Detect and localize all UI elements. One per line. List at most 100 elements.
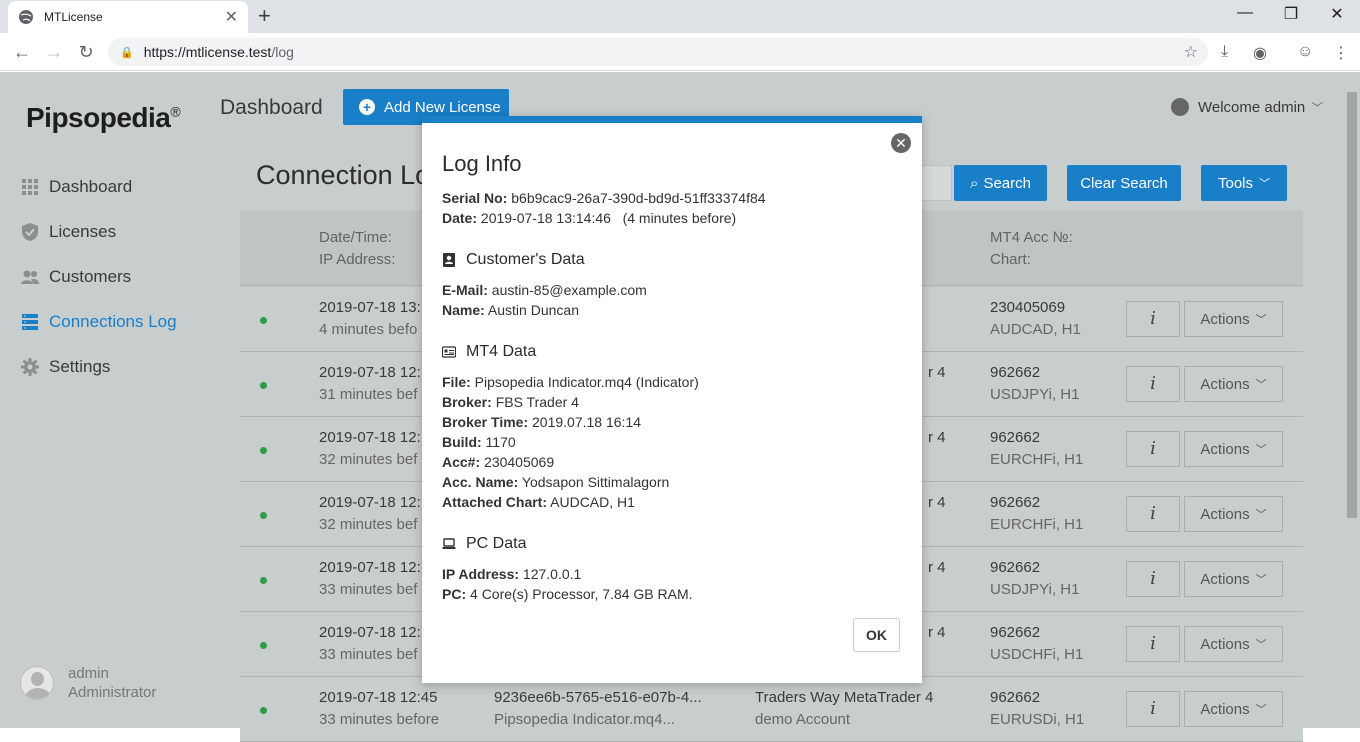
new-tab-button[interactable]: +	[258, 5, 271, 27]
reload-icon[interactable]: ↻	[74, 41, 98, 63]
actions-dropdown-button[interactable]: Actions ﹀	[1184, 366, 1283, 402]
browser-tab[interactable]: MTLicense ✕	[8, 1, 248, 33]
actions-dropdown-button[interactable]: Actions ﹀	[1184, 561, 1283, 597]
cell-date-time: 2019-07-18 12: 33 minutes bef	[319, 559, 421, 598]
chevron-down-icon: ﹀	[1255, 574, 1267, 586]
cell-broker: r 4	[928, 624, 946, 641]
sidebar-item-label: Connections Log	[49, 312, 177, 331]
header-date-time: Date/Time:	[319, 229, 392, 246]
chevron-down-icon: ﹀	[1259, 178, 1271, 190]
cell-broker: Traders Way MetaTrader 4 demo Account	[755, 689, 934, 728]
user-role: Administrator	[68, 684, 157, 701]
sidebar-item-settings[interactable]: Settings	[20, 357, 110, 377]
globe-icon	[19, 10, 33, 24]
profile-icon[interactable]: ☺	[1297, 43, 1313, 61]
close-circle-icon[interactable]: ✕	[891, 133, 911, 153]
browser-menu-icon[interactable]: ⋮	[1333, 43, 1349, 63]
cell-date-time: 2019-07-18 12:45 33 minutes before	[319, 689, 440, 728]
brand-logo: Pipsopedia®	[26, 102, 181, 133]
cell-date-time: 2019-07-18 12: 31 minutes bef	[319, 364, 421, 403]
sidebar-item-connections-log[interactable]: Connections Log	[20, 312, 177, 332]
actions-dropdown-button[interactable]: Actions ﹀	[1184, 301, 1283, 337]
customer-section-heading: Customer's Data	[442, 251, 585, 269]
topbar-title: Dashboard	[220, 96, 323, 119]
browser-toolbar: ← → ↻ 🔒 https://mtlicense.test/log ☆	[0, 33, 1360, 71]
info-button[interactable]: i	[1126, 561, 1180, 597]
chevron-down-icon: ﹀	[1255, 639, 1267, 651]
search-button[interactable]: ⌕ Search	[954, 165, 1047, 201]
download-icon[interactable]: ⤓	[1221, 43, 1228, 61]
actions-dropdown-button[interactable]: Actions ﹀	[1184, 626, 1283, 662]
contact-card-icon	[443, 253, 455, 267]
cell-acc-chart: 962662 USDJPYi, H1	[990, 364, 1080, 403]
cell-broker: r 4	[928, 559, 946, 576]
sidebar-item-label: Settings	[49, 357, 111, 376]
broker-line: Broker: FBS Trader 4	[442, 394, 579, 410]
server-icon	[22, 314, 38, 330]
clear-search-button[interactable]: Clear Search	[1067, 165, 1181, 201]
build-line: Build: 1170	[442, 434, 516, 450]
sidebar-item-licenses[interactable]: Licenses	[20, 222, 116, 242]
window-close-icon[interactable]: ✕	[1314, 4, 1360, 24]
back-icon[interactable]: ←	[10, 41, 34, 63]
chevron-down-icon: ﹀	[1255, 444, 1267, 456]
broker-time-line: Broker Time: 2019.07.18 16:14	[442, 414, 641, 430]
cell-date-time: 2019-07-18 13: 4 minutes befo	[319, 299, 421, 338]
cell-acc-chart: 962662 EURCHFi, H1	[990, 429, 1084, 468]
gear-icon	[21, 358, 39, 376]
status-online-dot	[260, 707, 267, 714]
cell-broker: r 4	[928, 494, 946, 511]
status-online-dot	[260, 642, 267, 649]
info-button[interactable]: i	[1126, 496, 1180, 532]
user-menu[interactable]: Welcome admin ﹀	[1171, 98, 1323, 116]
status-online-dot	[260, 577, 267, 584]
info-button[interactable]: i	[1126, 301, 1180, 337]
info-button[interactable]: i	[1126, 626, 1180, 662]
address-bar[interactable]: 🔒 https://mtlicense.test/log ☆	[108, 38, 1208, 66]
table-row: 2019-07-18 12:45 33 minutes before 9236ee6…	[240, 677, 1303, 742]
laptop-icon	[442, 538, 456, 549]
tools-button[interactable]: Tools ﹀	[1201, 165, 1287, 201]
minimize-icon[interactable]: —	[1222, 4, 1268, 22]
chevron-down-icon: ﹀	[1311, 100, 1324, 115]
extension-globe-icon[interactable]: ◉	[1253, 43, 1267, 63]
page-scrollbar[interactable]	[1344, 72, 1360, 728]
users-icon	[21, 270, 39, 284]
status-online-dot	[260, 382, 267, 389]
header-ip-address: IP Address:	[319, 251, 396, 268]
info-button[interactable]: i	[1126, 431, 1180, 467]
maximize-icon[interactable]: ❐	[1268, 4, 1314, 24]
cell-date-time: 2019-07-18 12: 32 minutes bef	[319, 494, 421, 533]
close-tab-icon[interactable]: ✕	[225, 7, 238, 27]
sidebar-item-dashboard[interactable]: Dashboard	[20, 177, 132, 197]
bookmark-star-icon[interactable]: ☆	[1184, 42, 1198, 62]
ok-button[interactable]: OK	[853, 618, 900, 652]
chevron-down-icon: ﹀	[1255, 314, 1267, 326]
id-card-icon	[442, 346, 456, 358]
actions-dropdown-button[interactable]: Actions ﹀	[1184, 431, 1283, 467]
pc-line: PC: 4 Core(s) Processor, 7.84 GB RAM.	[442, 586, 693, 602]
actions-dropdown-button[interactable]: Actions ﹀	[1184, 691, 1283, 727]
sidebar: Pipsopedia® Dashboard Licenses Customers…	[0, 72, 220, 728]
cell-acc-chart: 962662 USDJPYi, H1	[990, 559, 1080, 598]
log-info-modal: ✕ Log Info Serial No: b6b9cac9-26a7-390d…	[422, 116, 922, 683]
file-line: File: Pipsopedia Indicator.mq4 (Indicato…	[442, 374, 699, 390]
cell-acc-chart: 962662 USDCHFi, H1	[990, 624, 1084, 663]
status-online-dot	[260, 512, 267, 519]
actions-dropdown-button[interactable]: Actions ﹀	[1184, 496, 1283, 532]
url-host: https://mtlicense.test	[143, 44, 272, 60]
cell-acc-chart: 230405069 AUDCAD, H1	[990, 299, 1081, 338]
header-mt4-acc: MT4 Acc №:	[990, 229, 1073, 246]
forward-icon[interactable]: →	[42, 41, 66, 63]
chevron-down-icon: ﹀	[1255, 704, 1267, 716]
cell-broker: r 4	[928, 429, 946, 446]
sidebar-item-label: Customers	[49, 267, 132, 286]
sidebar-item-customers[interactable]: Customers	[20, 267, 131, 287]
serial-line: Serial No: b6b9cac9-26a7-390d-bd9d-51ff3…	[442, 190, 766, 206]
sidebar-item-label: Licenses	[49, 222, 117, 241]
ip-line: IP Address: 127.0.0.1	[442, 566, 582, 582]
scrollbar-thumb[interactable]	[1347, 92, 1357, 518]
info-button[interactable]: i	[1126, 691, 1180, 727]
info-button[interactable]: i	[1126, 366, 1180, 402]
pc-section-heading: PC Data	[442, 535, 526, 553]
